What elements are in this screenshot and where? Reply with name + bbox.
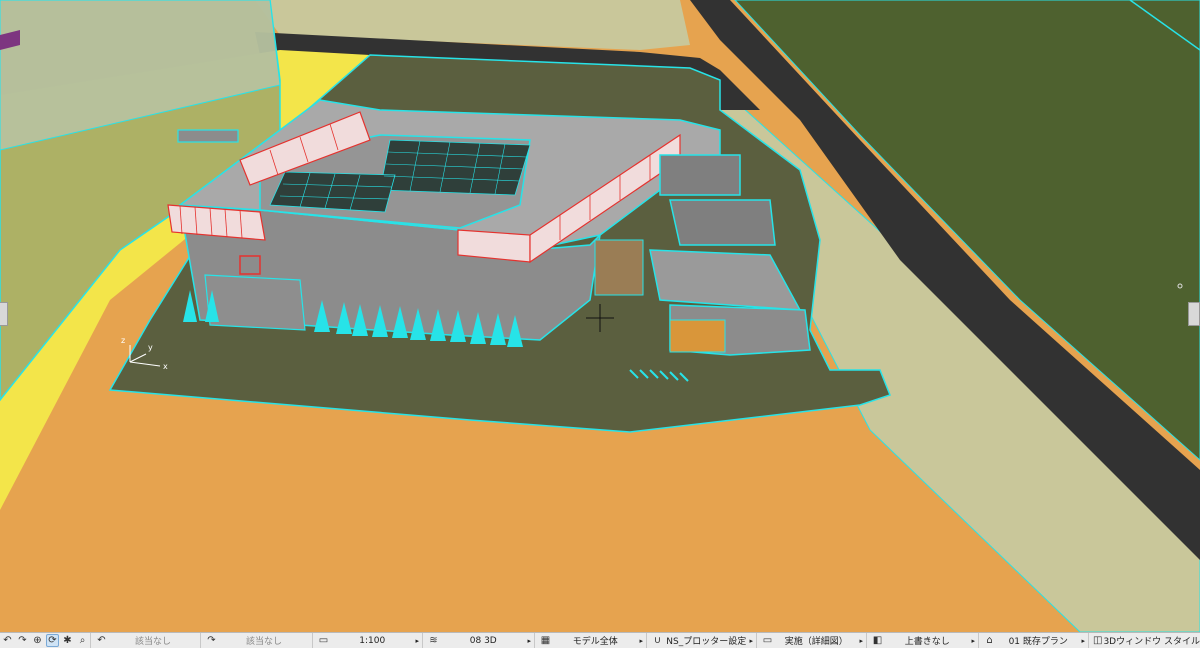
left-edge-handle[interactable] — [0, 302, 8, 326]
scale-field[interactable]: ▭ 1:100 ▸ — [312, 633, 422, 648]
zoom-in-icon[interactable]: ⊕ — [31, 634, 44, 647]
window-style-value: 3Dウィンドウ スタイル — [1103, 637, 1200, 647]
display-icon: ▭ — [762, 635, 773, 646]
orbit-icon[interactable]: ⟳ — [46, 634, 59, 647]
model-view-field[interactable]: ▦ モデル全体 ▸ — [534, 633, 646, 648]
grid-icon: ▦ — [540, 635, 551, 646]
model-scene: z y x — [0, 0, 1200, 632]
pen-icon: ∪ — [653, 635, 662, 646]
zoom-icon[interactable]: ⌕ — [76, 634, 89, 647]
window-style-field[interactable]: ◫ 3Dウィンドウ スタイル — [1088, 633, 1200, 648]
pen-set-value: NS_プロッター設定 — [666, 637, 747, 647]
ruler-icon: ▭ — [318, 635, 329, 646]
field-2[interactable]: ↷ 該当なし — [200, 633, 312, 648]
chevron-right-icon: ▸ — [749, 636, 753, 645]
field-1[interactable]: ↶ 該当なし — [90, 633, 200, 648]
chevron-right-icon: ▸ — [415, 636, 419, 645]
mvo-value: 実施（詳細図） — [784, 637, 848, 647]
chevron-right-icon: ▸ — [971, 636, 975, 645]
override-value: 上書きなし — [904, 637, 950, 647]
layers-icon: ≋ — [429, 635, 438, 646]
chevron-right-icon: ▸ — [527, 636, 531, 645]
axis-label-z: z — [121, 336, 125, 345]
walk-icon[interactable]: ✱ — [61, 634, 74, 647]
bottom-edge-handle[interactable] — [588, 624, 610, 632]
layer-combo-field[interactable]: ≋ 08 3D ▸ — [422, 633, 534, 648]
override-icon: ◧ — [872, 635, 883, 646]
3d-viewport[interactable]: z y x — [0, 0, 1200, 632]
status-bar: ↶ ↷ ⊕ ⟳ ✱ ⌕ ↶ 該当なし ↷ 該当なし ▭ 1:100 ▸ ≋ 08… — [0, 632, 1200, 648]
layer-combo-value: 08 3D — [469, 635, 497, 646]
model-view-value: モデル全体 — [572, 637, 618, 647]
field-2-value: 該当なし — [245, 637, 282, 647]
pen-set-field[interactable]: ∪ NS_プロッター設定 ▸ — [646, 633, 756, 648]
field-1-value: 該当なし — [134, 637, 171, 647]
chevron-right-icon: ▸ — [859, 636, 863, 645]
renovation-value: 01 既存プラン — [1008, 637, 1068, 647]
chevron-right-icon: ▸ — [639, 636, 643, 645]
chevron-right-icon: ▸ — [1081, 636, 1085, 645]
scale-value: 1:100 — [359, 635, 386, 646]
undo-icon[interactable]: ↶ — [1, 634, 14, 647]
cube-icon: ◫ — [1093, 635, 1103, 646]
axis-label-x: x — [163, 362, 168, 371]
top-edge-handle[interactable] — [588, 0, 610, 8]
axis-label-y: y — [148, 343, 153, 352]
undo-view-icon: ↶ — [97, 635, 106, 646]
mvo-field[interactable]: ▭ 実施（詳細図） ▸ — [756, 633, 866, 648]
renovation-field[interactable]: ⌂ 01 既存プラン ▸ — [978, 633, 1088, 648]
override-field[interactable]: ◧ 上書きなし ▸ — [866, 633, 978, 648]
redo-icon[interactable]: ↷ — [16, 634, 29, 647]
right-edge-handle[interactable] — [1188, 302, 1200, 326]
redo-view-icon: ↷ — [207, 635, 216, 646]
renovation-icon: ⌂ — [986, 635, 993, 646]
